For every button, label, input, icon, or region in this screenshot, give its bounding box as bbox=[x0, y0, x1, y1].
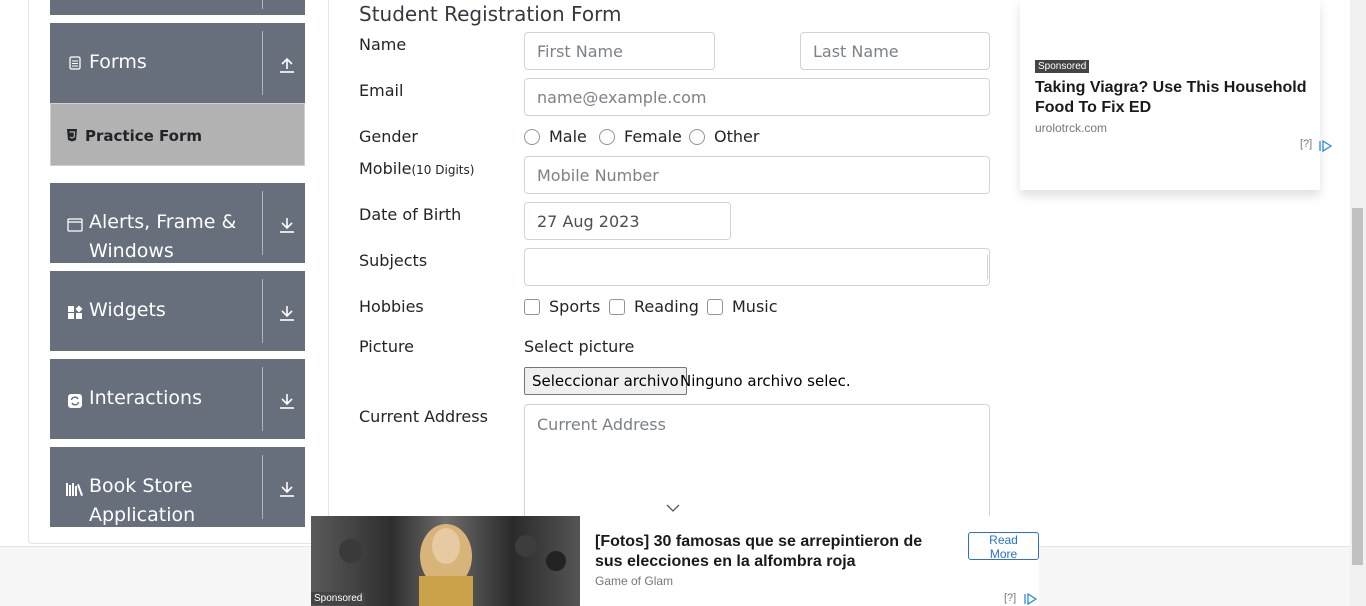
name-label: Name bbox=[359, 35, 407, 54]
choose-file-button[interactable]: Seleccionar archivo bbox=[524, 367, 687, 395]
current-address-textarea[interactable] bbox=[524, 404, 990, 534]
subjects-label: Subjects bbox=[359, 251, 428, 270]
download-arrow-icon[interactable] bbox=[278, 304, 296, 322]
sponsored-ad-bottom[interactable]: Sponsored [Fotos] 30 famosas que se arre… bbox=[311, 516, 1039, 606]
sponsored-ad-right[interactable]: Sponsored Taking Viagra? Use This Househ… bbox=[1020, 0, 1333, 190]
last-name-input[interactable] bbox=[800, 32, 990, 70]
radio-label: Male bbox=[549, 127, 587, 146]
radio-circle[interactable] bbox=[599, 128, 615, 145]
sidebar-group-widgets[interactable]: Widgets bbox=[50, 271, 305, 351]
radio-label: Other bbox=[714, 127, 760, 146]
ad-source[interactable]: Game of Glam bbox=[595, 574, 673, 588]
divider bbox=[262, 31, 263, 95]
mobile-label: Mobile(10 Digits) bbox=[359, 159, 474, 178]
file-icon bbox=[67, 55, 83, 71]
current-address-label: Current Address bbox=[359, 407, 488, 426]
radio-circle[interactable] bbox=[524, 128, 540, 145]
sidebar-group-interactions[interactable]: Interactions bbox=[50, 359, 305, 439]
sidebar-group-alerts[interactable]: Alerts, Frame & Windows bbox=[50, 183, 305, 263]
divider bbox=[262, 191, 263, 255]
select-picture-label: Select picture bbox=[524, 337, 635, 356]
ad-choices-label[interactable]: [?] bbox=[1300, 138, 1312, 150]
hobby-reading-checkbox[interactable]: Reading bbox=[609, 297, 699, 316]
radio-label: Female bbox=[624, 127, 682, 146]
sidebar-group-title: Alerts, Frame & bbox=[89, 211, 237, 233]
sidebar-group-forms[interactable]: Forms bbox=[50, 23, 305, 103]
sidebar-group-title: Interactions bbox=[89, 387, 202, 409]
gender-other-radio[interactable]: Other bbox=[689, 127, 759, 146]
upload-arrow-icon[interactable] bbox=[278, 56, 296, 74]
window-icon bbox=[67, 217, 83, 233]
ad-choices-icon[interactable] bbox=[1023, 592, 1038, 606]
sponsored-badge: Sponsored bbox=[1035, 60, 1090, 73]
sidebar-group-elements[interactable] bbox=[50, 0, 305, 15]
ad-choices-label[interactable]: [?] bbox=[1004, 592, 1016, 604]
books-icon bbox=[65, 481, 85, 497]
hobby-sports-checkbox[interactable]: Sports bbox=[524, 297, 600, 316]
divider bbox=[262, 0, 263, 9]
mobile-label-text: Mobile bbox=[359, 159, 412, 178]
first-name-input[interactable] bbox=[524, 32, 715, 70]
ad-headline[interactable]: Taking Viagra? Use This Household Food T… bbox=[1035, 78, 1315, 118]
file-status-text: Ninguno archivo selec. bbox=[680, 372, 851, 390]
interactions-icon bbox=[67, 393, 83, 409]
html5-icon bbox=[66, 128, 78, 147]
download-arrow-icon[interactable] bbox=[278, 392, 296, 410]
radio-circle[interactable] bbox=[689, 128, 705, 145]
dob-input[interactable] bbox=[524, 202, 731, 240]
checkbox-label: Reading bbox=[634, 297, 699, 316]
gender-male-radio[interactable]: Male bbox=[524, 127, 587, 146]
ad-photo[interactable]: Sponsored bbox=[311, 516, 580, 606]
divider bbox=[262, 367, 263, 431]
dob-label: Date of Birth bbox=[359, 205, 462, 224]
checkbox-box[interactable] bbox=[524, 298, 540, 315]
sidebar-group-title: Forms bbox=[89, 51, 147, 73]
sidebar-group-title: Book Store bbox=[89, 475, 193, 497]
sponsored-badge: Sponsored bbox=[311, 592, 366, 605]
subjects-input[interactable] bbox=[524, 248, 990, 286]
sidebar-group-title-line2: Application bbox=[89, 504, 196, 526]
checkbox-box[interactable] bbox=[707, 298, 723, 315]
checkbox-label: Music bbox=[732, 297, 778, 316]
gender-female-radio[interactable]: Female bbox=[599, 127, 682, 146]
scrollbar-thumb[interactable] bbox=[1352, 208, 1363, 565]
hobbies-label: Hobbies bbox=[359, 297, 424, 316]
hobby-music-checkbox[interactable]: Music bbox=[707, 297, 778, 316]
ad-choices-icon[interactable] bbox=[1318, 139, 1333, 157]
widgets-icon bbox=[67, 305, 83, 321]
checkbox-box[interactable] bbox=[609, 298, 625, 315]
download-arrow-icon[interactable] bbox=[278, 216, 296, 234]
sidebar-group-book-store[interactable]: Book Store Application bbox=[50, 447, 305, 527]
email-label: Email bbox=[359, 81, 404, 100]
sidebar-item-practice-form[interactable]: Practice Form bbox=[50, 103, 305, 166]
sidebar-group-title-line2: Windows bbox=[89, 240, 174, 262]
mobile-hint: (10 Digits) bbox=[411, 163, 475, 177]
mobile-input[interactable] bbox=[524, 156, 990, 194]
read-more-button[interactable]: Read More bbox=[968, 532, 1039, 561]
email-input[interactable] bbox=[524, 78, 990, 116]
ad-domain[interactable]: urolotrck.com bbox=[1035, 121, 1107, 135]
checkbox-label: Sports bbox=[549, 297, 601, 316]
sidebar-item-label: Practice Form bbox=[85, 127, 202, 145]
sidebar-group-title: Widgets bbox=[89, 299, 166, 321]
form-title: Student Registration Form bbox=[359, 2, 622, 26]
divider bbox=[262, 279, 263, 343]
download-arrow-icon[interactable] bbox=[278, 480, 296, 498]
picture-label: Picture bbox=[359, 337, 415, 356]
gender-label: Gender bbox=[359, 127, 418, 146]
subjects-cursor bbox=[987, 255, 988, 279]
ad-headline[interactable]: [Fotos] 30 famosas que se arrepintieron … bbox=[595, 532, 945, 572]
divider bbox=[262, 455, 263, 519]
